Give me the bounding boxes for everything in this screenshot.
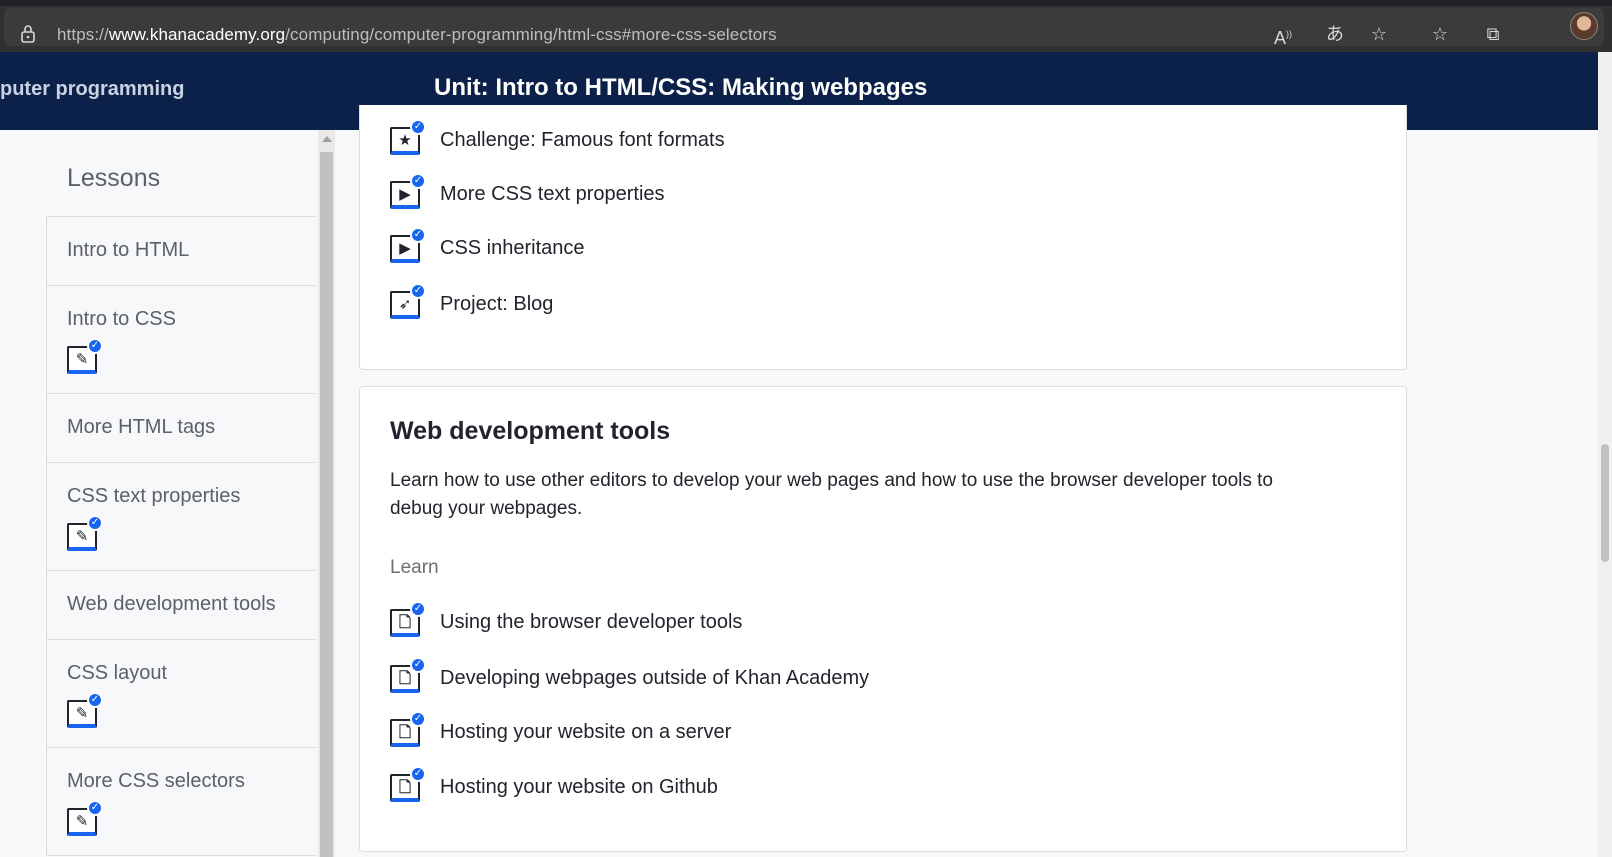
check-icon: ✓ — [410, 173, 426, 189]
activity-item[interactable]: 🗋 ✓ Using the browser developer tools — [390, 601, 743, 639]
read-aloud-icon[interactable]: A)) — [1271, 22, 1295, 48]
rocket-icon: ➶ ✓ — [390, 283, 426, 319]
sidebar-item-intro-to-css[interactable]: Intro to CSS ✎ ✓ — [46, 286, 316, 394]
sidebar-item-intro-to-html[interactable]: Intro to HTML — [46, 217, 316, 286]
article-icon: 🗋 ✓ — [390, 711, 426, 747]
activity-item[interactable]: 🗋 ✓ Hosting your website on Github — [390, 766, 718, 804]
sidebar-item-label: CSS text properties — [67, 485, 241, 507]
pencil-icon: ✎ ✓ — [67, 800, 103, 836]
activity-item[interactable]: 🗋 ✓ Developing webpages outside of Khan A… — [390, 657, 870, 695]
tab-strip-edge — [0, 0, 1612, 6]
activity-label: Using the browser developer tools — [440, 610, 743, 633]
check-icon: ✓ — [87, 692, 103, 708]
profile-avatar[interactable] — [1570, 12, 1598, 40]
page-scrollbar[interactable] — [1598, 52, 1612, 857]
scroll-up-arrow-icon[interactable] — [322, 136, 332, 142]
check-icon: ✓ — [410, 766, 426, 782]
activity-item[interactable]: ▶ ✓ More CSS text properties — [390, 173, 665, 211]
translate-icon[interactable]: あ — [1323, 22, 1347, 46]
activity-item[interactable]: 🗋 ✓ Hosting your website on a server — [390, 711, 732, 749]
sidebar-item-label: Intro to HTML — [67, 239, 190, 261]
sidebar-item-label: More HTML tags — [67, 416, 216, 438]
breadcrumb[interactable]: puter programming — [0, 78, 184, 101]
check-icon: ✓ — [87, 800, 103, 816]
collections-icon[interactable]: ⧉ — [1481, 22, 1505, 46]
url-text[interactable]: https://www.khanacademy.org/computing/co… — [57, 25, 777, 45]
lesson-card-description: Learn how to use other editors to develo… — [390, 470, 1273, 519]
sidebar-item-more-html-tags[interactable]: More HTML tags — [46, 394, 316, 463]
star-icon: ★ ✓ — [390, 119, 426, 155]
activity-label: Project: Blog — [440, 292, 554, 315]
activity-label: Developing webpages outside of Khan Acad… — [440, 666, 870, 689]
check-icon: ✓ — [410, 657, 426, 673]
check-icon: ✓ — [87, 515, 103, 531]
pencil-icon: ✎ ✓ — [67, 338, 103, 374]
learn-section-label: Learn — [390, 557, 439, 578]
sidebar-item-css-layout[interactable]: CSS layout ✎ ✓ — [46, 640, 316, 748]
browser-toolbar: https://www.khanacademy.org/computing/co… — [0, 0, 1612, 52]
pencil-icon: ✎ ✓ — [67, 515, 103, 551]
check-icon: ✓ — [410, 601, 426, 617]
url-host: www.khanacademy.org — [108, 25, 286, 44]
page-title: Unit: Intro to HTML/CSS: Making webpages — [434, 74, 928, 101]
sidebar-item-css-text-properties[interactable]: CSS text properties ✎ ✓ — [46, 463, 316, 571]
url-scheme: https:// — [57, 25, 109, 44]
sidebar-item-web-development-tools[interactable]: Web development tools — [46, 571, 316, 640]
activity-item[interactable]: ★ ✓ Challenge: Famous font formats — [390, 119, 725, 157]
page-scrollbar-thumb[interactable] — [1601, 444, 1609, 562]
add-favorite-icon[interactable]: ☆ — [1367, 22, 1391, 46]
check-icon: ✓ — [410, 711, 426, 727]
activity-label: Hosting your website on a server — [440, 720, 732, 743]
activity-label: Challenge: Famous font formats — [440, 128, 725, 151]
sidebar-title: Lessons — [67, 164, 161, 192]
article-icon: 🗋 ✓ — [390, 657, 426, 693]
play-icon: ▶ ✓ — [390, 227, 426, 263]
activity-label: More CSS text properties — [440, 182, 665, 205]
sidebar-scrollbar-thumb[interactable] — [320, 152, 333, 857]
address-bar[interactable]: https://www.khanacademy.org/computing/co… — [4, 8, 1604, 48]
article-icon: 🗋 ✓ — [390, 766, 426, 802]
pencil-icon: ✎ ✓ — [67, 692, 103, 728]
sidebar-item-more-css-selectors[interactable]: More CSS selectors ✎ ✓ — [46, 748, 316, 856]
lock-icon[interactable] — [20, 24, 36, 44]
sidebar-item-label: More CSS selectors — [67, 770, 245, 792]
lesson-card-css-text-properties: ★ ✓ Challenge: Famous font formats ▶ ✓ Mor… — [359, 105, 1407, 370]
activity-item[interactable]: ➶ ✓ Project: Blog — [390, 283, 554, 321]
url-path: /computing/computer-programming/html-css… — [285, 25, 777, 44]
favorites-icon[interactable]: ☆ — [1428, 22, 1452, 46]
lessons-sidebar: Lessons Intro to HTML Intro to CSS ✎ ✓ Mo… — [0, 130, 337, 857]
sidebar-item-label: CSS layout — [67, 662, 168, 684]
sidebar-item-label: Web development tools — [67, 593, 276, 615]
play-icon: ▶ ✓ — [390, 173, 426, 209]
lesson-card-title[interactable]: Web development tools — [390, 417, 670, 446]
activity-label: CSS inheritance — [440, 236, 585, 259]
activity-item[interactable]: ▶ ✓ CSS inheritance — [390, 227, 585, 265]
check-icon: ✓ — [410, 227, 426, 243]
article-icon: 🗋 ✓ — [390, 601, 426, 637]
check-icon: ✓ — [87, 338, 103, 354]
check-icon: ✓ — [410, 283, 426, 299]
lesson-list: Intro to HTML Intro to CSS ✎ ✓ More HTML … — [46, 216, 316, 856]
sidebar-scrollbar[interactable] — [318, 130, 335, 857]
sidebar-item-label: Intro to CSS — [67, 308, 176, 330]
check-icon: ✓ — [410, 119, 426, 135]
lesson-card-web-development-tools: Web development tools Learn how to use o… — [359, 386, 1407, 852]
activity-label: Hosting your website on Github — [440, 775, 718, 798]
